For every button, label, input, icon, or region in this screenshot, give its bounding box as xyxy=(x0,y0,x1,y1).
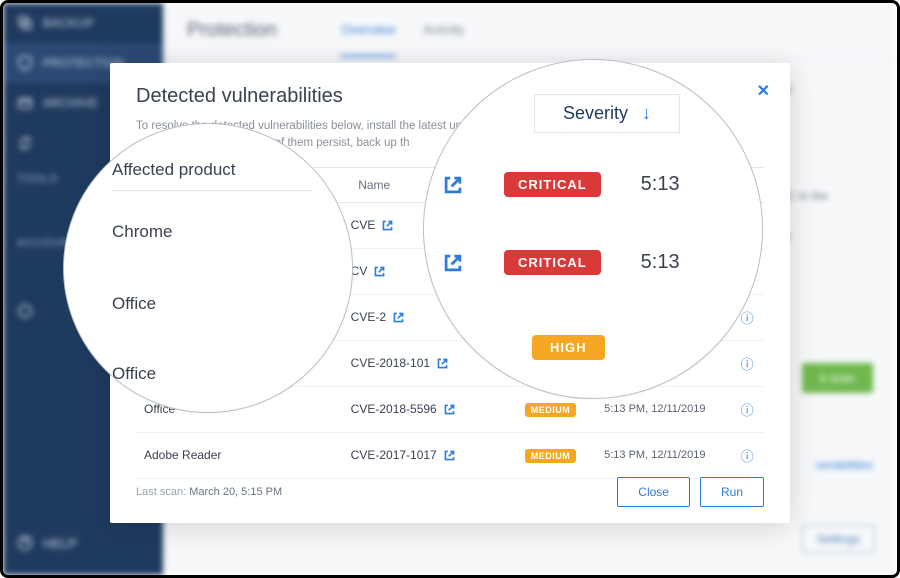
sidebar-item-label: ARCHIVE xyxy=(43,96,98,110)
cell-date: 5:13 PM, 12/11/2019 xyxy=(604,449,740,461)
severity-badge: CRITICAL xyxy=(504,172,601,197)
cell-name: CVE-2017-1017 xyxy=(351,448,497,462)
magnifier-right: Severity ↓ CRITICAL 5:13 CRITICAL 5:13 H… xyxy=(423,59,763,399)
cell-info: ⓘ xyxy=(741,400,764,419)
backup-icon xyxy=(17,15,33,31)
cell-info: ⓘ xyxy=(741,446,764,465)
severity-badge: MEDIUM xyxy=(525,449,577,463)
lens-product-item: Office xyxy=(112,364,156,384)
lens-time: 5:13 xyxy=(641,251,680,274)
tab-overview[interactable]: Overview xyxy=(341,4,395,57)
help-icon xyxy=(17,535,33,551)
scan-button[interactable]: k scan xyxy=(802,363,873,393)
modal-footer: Last scan: March 20, 5:15 PM Close Run xyxy=(136,477,764,507)
cell-severity: MEDIUM xyxy=(497,448,604,463)
close-button[interactable]: Close xyxy=(617,477,690,507)
hint-text: ful xyxy=(779,83,879,97)
external-link-icon[interactable] xyxy=(373,265,386,278)
settings-button[interactable]: Settings xyxy=(802,525,875,553)
main-tabs: Overview Activity xyxy=(341,4,464,57)
main-header: Protection Overview Activity xyxy=(163,3,897,59)
severity-badge: HIGH xyxy=(532,335,605,360)
info-icon[interactable]: ⓘ xyxy=(741,449,754,464)
lens-header-product: Affected product xyxy=(112,160,312,191)
right-hints: ful PC in the ks xyxy=(779,83,879,243)
circle-icon xyxy=(17,303,33,319)
external-link-icon[interactable] xyxy=(392,311,405,324)
magnifier-left: Affected product Chrome Office Office xyxy=(63,123,353,413)
sidebar-item-backup[interactable]: BACKUP xyxy=(3,3,163,43)
sync-icon xyxy=(17,135,33,151)
app-window: — □ ✕ BACKUP PROTECTION ARCHIVE xyxy=(0,0,900,578)
shield-icon xyxy=(17,55,33,71)
external-link-icon[interactable] xyxy=(443,449,456,462)
external-link-icon[interactable] xyxy=(381,219,394,232)
lens-product-item: Chrome xyxy=(112,222,172,242)
table-row[interactable]: Adobe ReaderCVE-2017-1017 MEDIUM 5:13 PM,… xyxy=(136,433,764,479)
hint-text: PC in the xyxy=(779,189,879,203)
severity-badge: CRITICAL xyxy=(504,250,601,275)
tab-activity[interactable]: Activity xyxy=(423,4,464,57)
external-link-icon[interactable] xyxy=(443,403,456,416)
severity-badge: MEDIUM xyxy=(525,403,577,417)
hint-text: ks xyxy=(779,229,879,243)
vulnerabilities-link[interactable]: nerabilities xyxy=(816,458,873,472)
sidebar-item-label: BACKUP xyxy=(43,16,94,30)
sidebar-item-help[interactable]: HELP xyxy=(3,525,91,561)
last-scan-text: Last scan: March 20, 5:15 PM xyxy=(136,486,282,498)
lens-product-item: Office xyxy=(112,294,156,314)
cell-severity: MEDIUM xyxy=(497,402,604,417)
external-link-icon[interactable] xyxy=(442,252,464,274)
external-link-icon[interactable] xyxy=(442,174,464,196)
run-button[interactable]: Run xyxy=(700,477,764,507)
page-title: Protection xyxy=(187,19,277,42)
lens-header-severity: Severity ↓ xyxy=(534,94,680,133)
sidebar-item-label: HELP xyxy=(43,536,77,551)
info-icon[interactable]: ⓘ xyxy=(741,403,754,418)
cell-name: CVE-2018-5596 xyxy=(351,402,497,416)
cell-date: 5:13 PM, 12/11/2019 xyxy=(604,403,740,415)
sort-descending-icon: ↓ xyxy=(642,103,651,124)
lens-time: 5:13 xyxy=(641,173,680,196)
archive-icon xyxy=(17,95,33,111)
cell-product: Adobe Reader xyxy=(136,448,351,462)
